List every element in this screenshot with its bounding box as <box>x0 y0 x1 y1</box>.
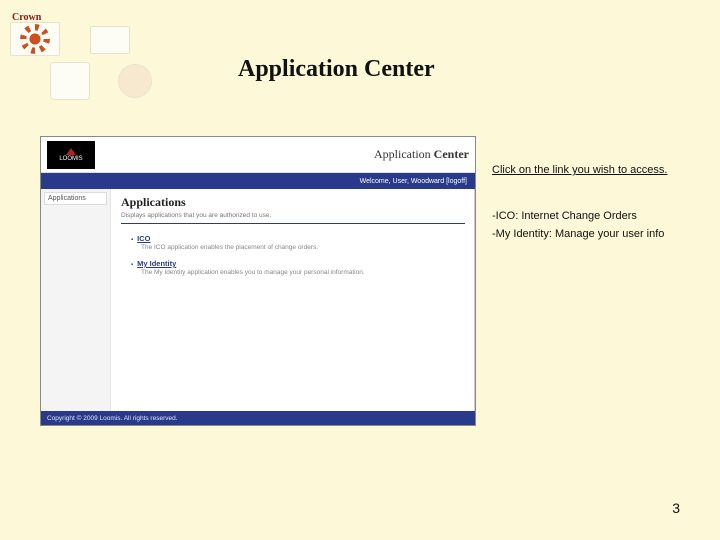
sidebar-item-applications[interactable]: Applications <box>44 192 107 205</box>
app-item-ico: ICO The ICO application enables the plac… <box>131 234 465 251</box>
footer-text: Copyright © 2009 Loomis. All rights rese… <box>47 415 178 422</box>
annotation-my-identity: -My Identity: Manage your user info <box>492 228 664 240</box>
decor-card-2 <box>90 26 130 54</box>
slide-title: Application Center <box>238 56 435 83</box>
decorative-graphic-cluster: Crown <box>8 8 178 108</box>
app-list: ICO The ICO application enables the plac… <box>131 234 465 276</box>
triangle-icon <box>66 148 76 155</box>
main-heading: Applications <box>121 195 465 210</box>
decor-card-1 <box>10 22 60 56</box>
page-number: 3 <box>672 500 680 516</box>
logo-text: LOOMIS <box>59 156 82 162</box>
loomis-logo: LOOMIS <box>47 141 95 169</box>
link-my-identity[interactable]: My Identity <box>131 259 176 268</box>
decor-card-3 <box>50 62 90 100</box>
screenshot-sidebar: Applications <box>41 189 111 411</box>
desc-my-identity: The My Identity application enables you … <box>141 269 465 276</box>
welcome-text: Welcome, User, Woodward [logoff] <box>360 178 467 185</box>
app-center-screenshot: LOOMIS Application Center Welcome, User,… <box>40 136 476 426</box>
app-item-my-identity: My Identity The My Identity application … <box>131 259 465 276</box>
header-label-bold: Center <box>434 147 469 161</box>
divider <box>121 223 465 224</box>
link-ico[interactable]: ICO <box>131 234 150 243</box>
annotation-instruction: Click on the link you wish to access. <box>492 164 667 176</box>
main-subheading: Displays applications that you are autho… <box>121 212 465 219</box>
screenshot-footer: Copyright © 2009 Loomis. All rights rese… <box>41 411 475 425</box>
annotation-ico: -ICO: Internet Change Orders <box>492 210 637 222</box>
sun-icon <box>24 28 46 50</box>
welcome-bar: Welcome, User, Woodward [logoff] <box>41 173 475 189</box>
screenshot-main: Applications Displays applications that … <box>111 189 475 411</box>
header-app-center-label: Application Center <box>374 147 469 162</box>
decor-globe <box>118 64 152 98</box>
screenshot-body: Applications Applications Displays appli… <box>41 189 475 411</box>
header-label-prefix: Application <box>374 147 434 161</box>
desc-ico: The ICO application enables the placemen… <box>141 244 465 251</box>
screenshot-header: LOOMIS Application Center <box>41 137 475 173</box>
